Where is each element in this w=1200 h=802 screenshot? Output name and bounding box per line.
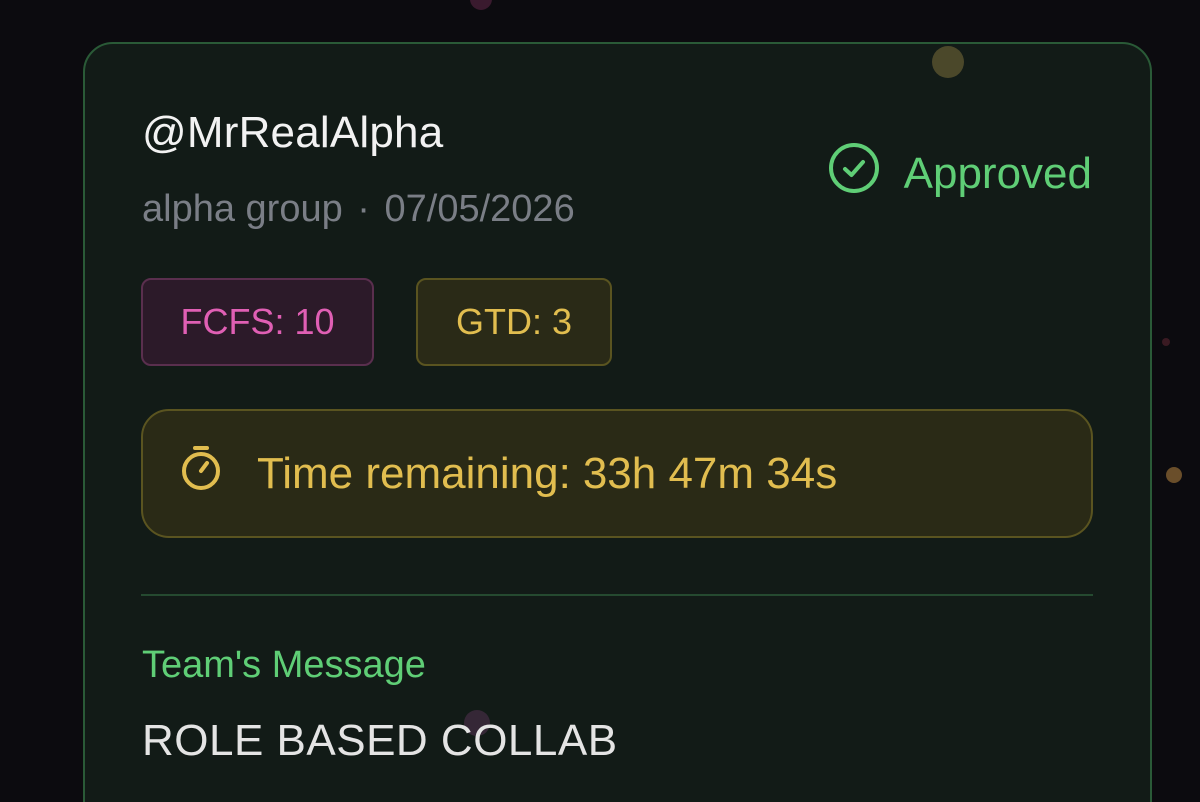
status-label: Approved (903, 148, 1092, 198)
gtd-label: GTD: 3 (455, 301, 572, 342)
gtd-badge: GTD: 3 (416, 278, 612, 366)
check-circle-icon (828, 142, 904, 205)
page: @MrRealAlpha alpha group · 07/05/2026 Ap… (0, 0, 1200, 802)
team-message-title: Team's Message (142, 644, 426, 686)
stopwatch-icon (177, 444, 257, 503)
timer-label: Time remaining: (257, 448, 571, 498)
timer-value: 33h 47m 34s (582, 448, 838, 498)
divider (141, 594, 1093, 596)
fcfs-badge: FCFS: 10 (141, 278, 374, 366)
decor-dot (932, 46, 964, 78)
fcfs-label: FCFS: 10 (180, 301, 335, 342)
time-remaining-banner: Time remaining: 33h 47m 34s (141, 409, 1093, 538)
user-handle: @MrRealAlpha (142, 108, 444, 157)
status-badge: Approved (828, 142, 1092, 205)
team-message-body: ROLE BASED COLLAB (142, 716, 618, 765)
decor-dot (1166, 467, 1182, 483)
meta-separator: · (357, 188, 370, 230)
submission-date: 07/05/2026 (384, 188, 575, 230)
group-name: alpha group (142, 188, 343, 230)
decor-dot (470, 0, 492, 10)
submission-meta: alpha group · 07/05/2026 (142, 188, 575, 231)
decor-dot (1162, 338, 1170, 346)
